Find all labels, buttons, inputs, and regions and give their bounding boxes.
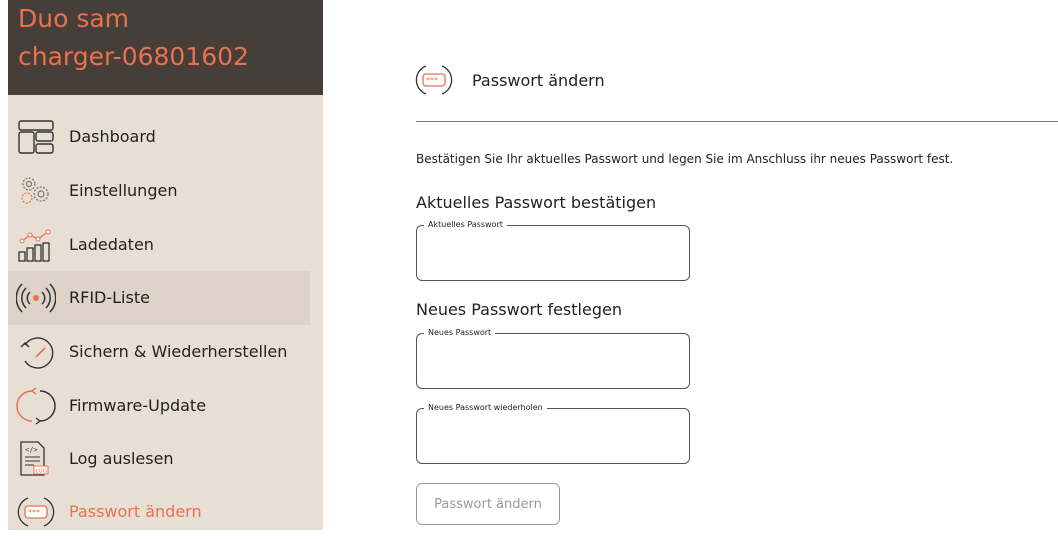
sidebar-item-passwort-aendern[interactable]: *** Passwort ändern xyxy=(8,485,310,539)
sidebar-item-label: Firmware-Update xyxy=(69,396,207,415)
sidebar-item-label: Log auslesen xyxy=(69,449,174,468)
sidebar-item-label: Einstellungen xyxy=(69,181,178,200)
divider xyxy=(416,121,1058,122)
current-password-field[interactable]: Aktuelles Passwort xyxy=(416,220,690,281)
section-heading-new-password: Neues Passwort festlegen xyxy=(416,300,622,319)
page-title: Passwort ändern xyxy=(472,71,605,90)
change-password-button[interactable]: Passwort ändern xyxy=(416,483,560,525)
sidebar-item-label: Ladedaten xyxy=(69,235,154,254)
sidebar-item-label: Passwort ändern xyxy=(69,502,202,521)
chart-icon xyxy=(18,229,51,262)
log-file-icon: </> LOG xyxy=(20,441,49,476)
backup-restore-icon xyxy=(20,337,54,369)
sidebar-item-ladedaten[interactable]: Ladedaten xyxy=(8,218,310,272)
sidebar-item-dashboard[interactable]: Dashboard xyxy=(8,110,310,164)
password-icon: *** xyxy=(17,497,55,527)
svg-text:***: *** xyxy=(28,508,40,517)
device-name: charger-06801602 xyxy=(18,42,249,71)
brand-title: Duo sam xyxy=(18,4,130,33)
sidebar: Duo sam charger-06801602 Dashboard Einst… xyxy=(8,0,323,530)
repeat-password-field[interactable]: Neues Passwort wiederholen xyxy=(416,403,690,464)
svg-text:***: *** xyxy=(426,76,438,85)
sidebar-item-log-auslesen[interactable]: </> LOG Log auslesen xyxy=(8,432,310,486)
sidebar-item-sichern-wiederherstellen[interactable]: Sichern & Wiederherstellen xyxy=(8,325,310,379)
sidebar-item-label: Dashboard xyxy=(69,127,156,146)
new-password-field[interactable]: Neues Passwort xyxy=(416,328,690,389)
field-label: Neues Passwort wiederholen xyxy=(424,403,547,413)
sidebar-item-rfid-liste[interactable]: RFID-Liste xyxy=(8,271,310,325)
field-label: Neues Passwort xyxy=(424,328,496,338)
sidebar-item-label: RFID-Liste xyxy=(69,288,150,307)
svg-text:LOG: LOG xyxy=(36,469,47,475)
field-label: Aktuelles Passwort xyxy=(424,220,507,230)
refresh-icon xyxy=(16,387,56,425)
svg-text:</>: </> xyxy=(25,446,38,454)
password-icon: *** xyxy=(415,65,453,95)
sidebar-item-label: Sichern & Wiederherstellen xyxy=(69,342,288,361)
dashboard-icon xyxy=(18,120,54,154)
sidebar-item-firmware-update[interactable]: Firmware-Update xyxy=(8,379,310,433)
section-heading-current-password: Aktuelles Passwort bestätigen xyxy=(416,193,657,212)
gears-icon xyxy=(21,177,49,204)
brand-header: Duo sam charger-06801602 xyxy=(8,0,323,95)
sidebar-item-einstellungen[interactable]: Einstellungen xyxy=(8,164,310,218)
intro-text: Bestätigen Sie Ihr aktuelles Passwort un… xyxy=(416,152,954,166)
rfid-icon xyxy=(16,283,56,313)
